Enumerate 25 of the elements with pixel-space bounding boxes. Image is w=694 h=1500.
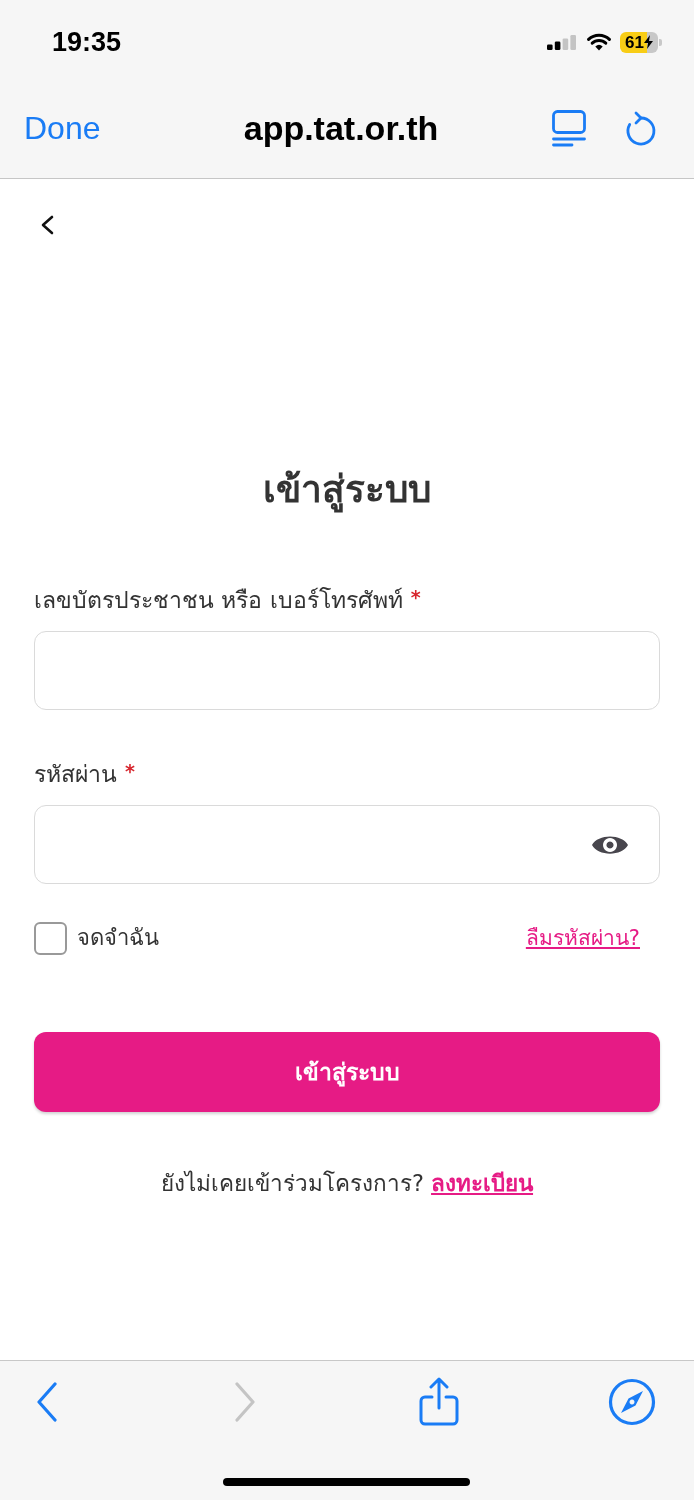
- field-label: เลขบัตรประชาชน หรือ เบอร์โทรศัพท์: [34, 586, 403, 615]
- layout-icon[interactable]: [552, 109, 586, 147]
- register-prompt: ยังไม่เคยเข้าร่วมโครงการ? ลงทะเบียน: [160, 1169, 534, 1198]
- signal-icon: [547, 34, 577, 50]
- input-field[interactable]: [34, 631, 660, 710]
- battery-percent: 61: [625, 31, 644, 53]
- chevron-left-icon[interactable]: [40, 215, 54, 235]
- field-label: รหัสผ่าน: [34, 760, 117, 789]
- compass-icon[interactable]: [608, 1378, 656, 1426]
- required-mark: *: [410, 585, 421, 609]
- wifi-icon: [587, 33, 611, 51]
- share-icon[interactable]: [418, 1377, 460, 1427]
- password-field[interactable]: [34, 805, 660, 884]
- status-time: 19:35: [52, 26, 122, 58]
- checkbox[interactable]: [34, 921, 67, 955]
- bolt-icon: [643, 35, 653, 49]
- checkbox-label: จดจำฉัน: [77, 924, 159, 952]
- reload-icon[interactable]: [624, 109, 658, 147]
- login-button[interactable]: เข้าสู่ระบบ: [34, 1032, 660, 1112]
- register-link[interactable]: ลงทะเบียน: [431, 1170, 534, 1196]
- done-button[interactable]: Done: [24, 109, 101, 147]
- required-mark: *: [125, 759, 135, 783]
- page-title: เข้าสู่ระบบ: [263, 467, 431, 515]
- url-text: app.tat.or.th: [243, 108, 439, 148]
- forgot-password-link[interactable]: ลืมรหัสผ่าน?: [525, 923, 640, 953]
